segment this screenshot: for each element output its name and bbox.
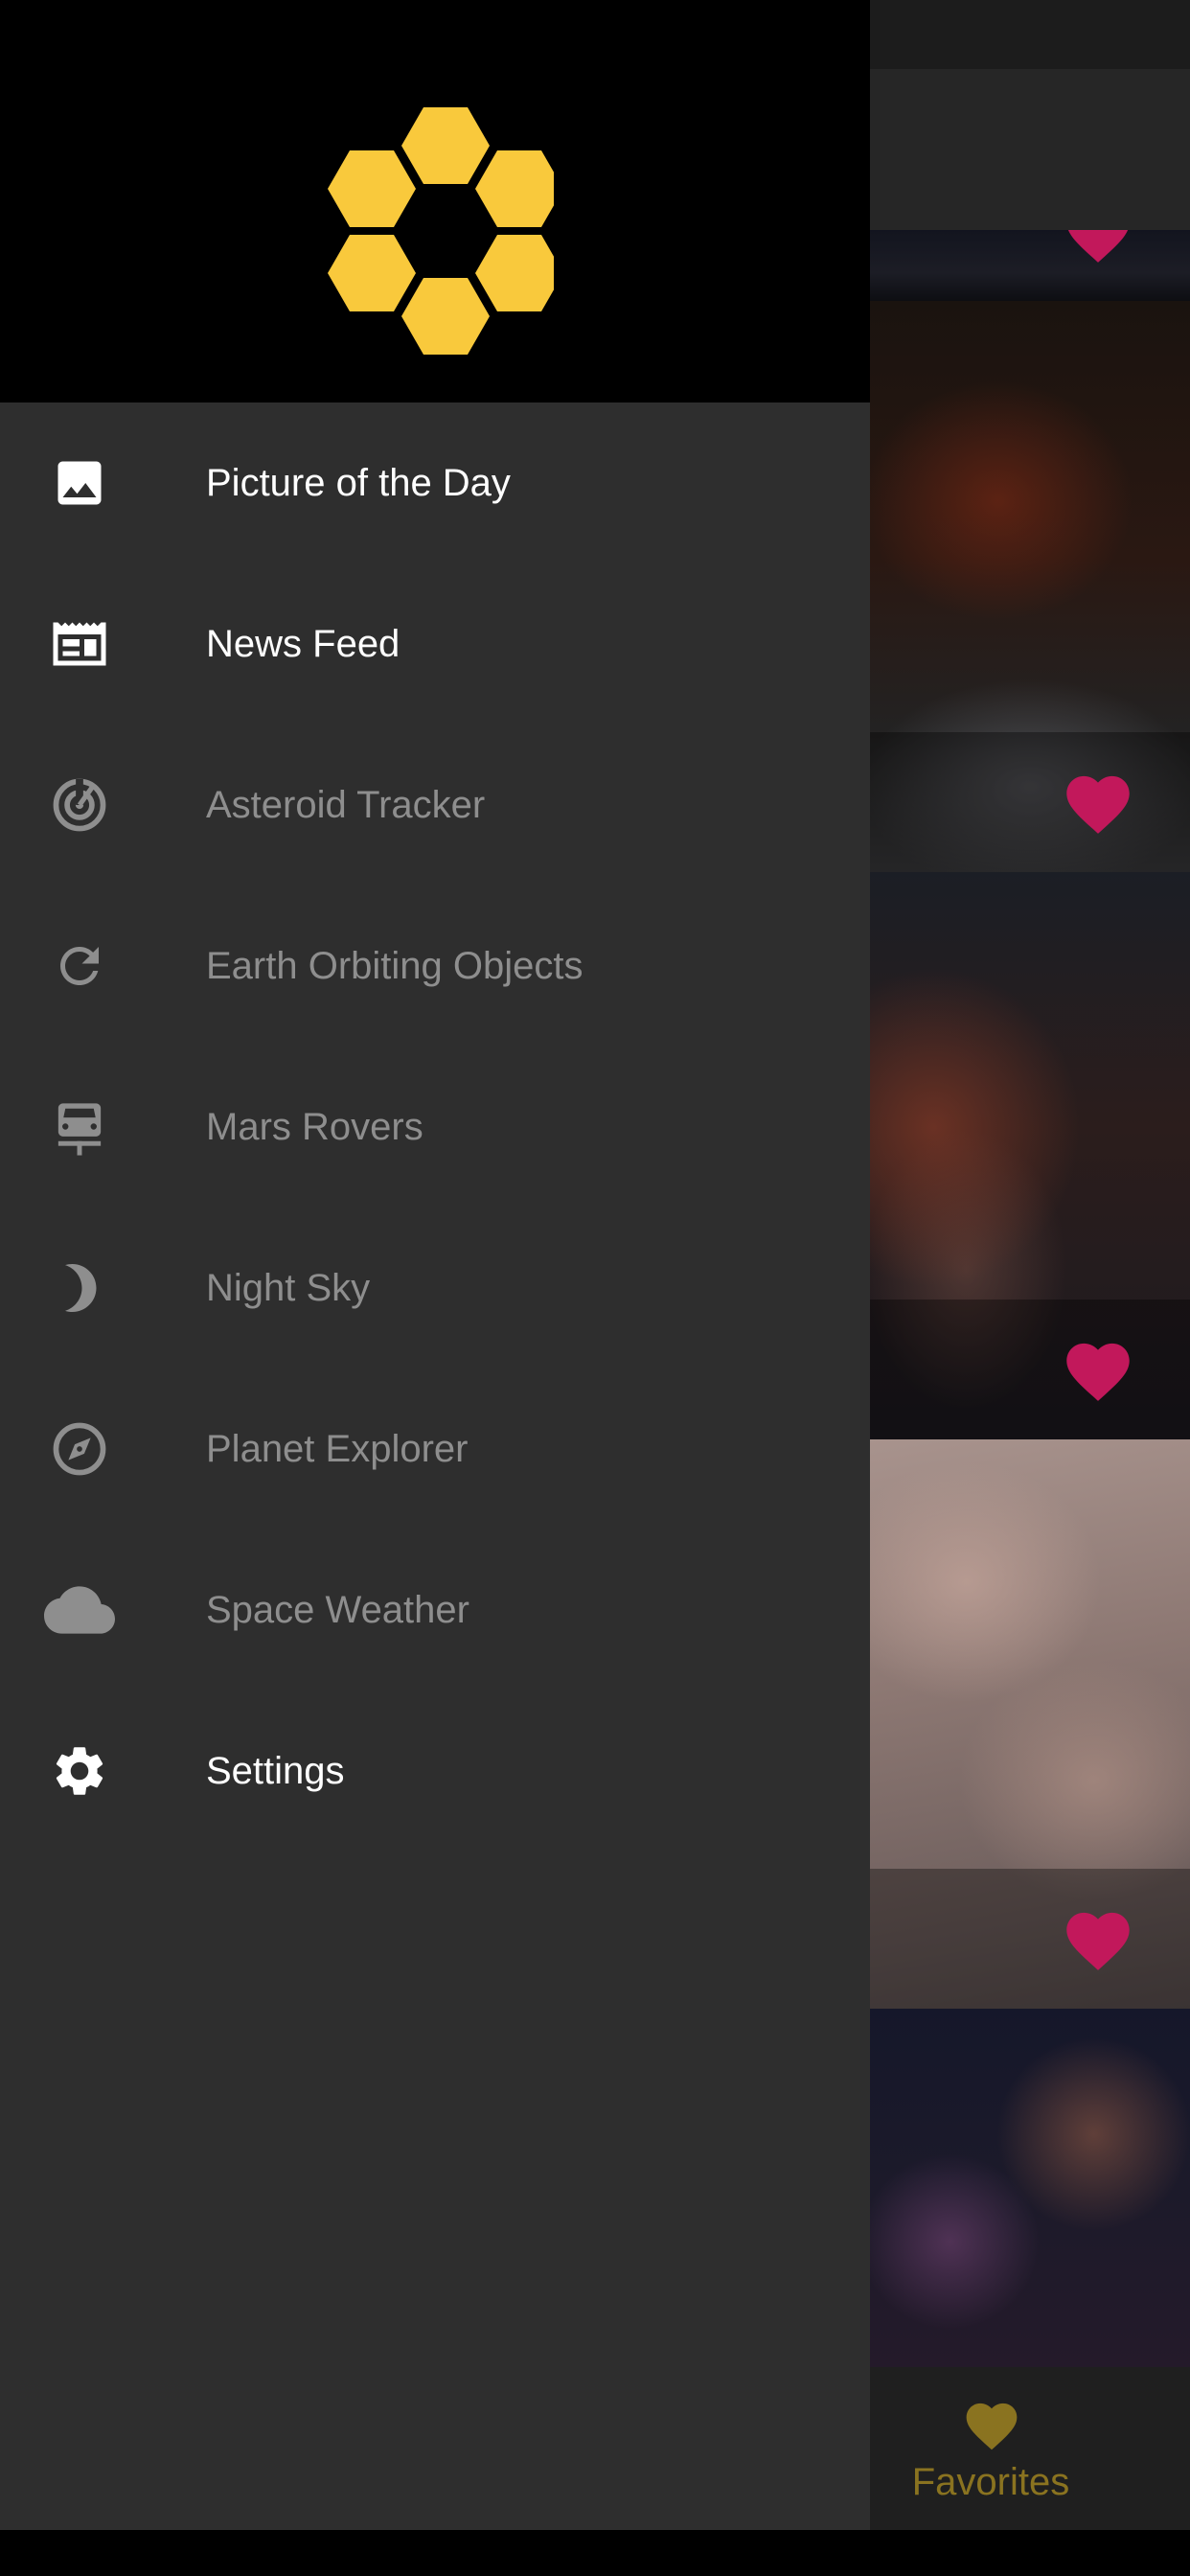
system-navigation-bar	[0, 2530, 1190, 2576]
feed-card[interactable]	[870, 872, 1190, 1439]
refresh-icon	[42, 932, 117, 1000]
heart-icon[interactable]	[1060, 230, 1136, 264]
hexagon-ring-logo	[328, 107, 554, 355]
heart-icon	[966, 2403, 1018, 2450]
app-bar	[870, 69, 1190, 230]
gear-icon	[42, 1736, 117, 1806]
drawer-item-label: Mars Rovers	[206, 1106, 423, 1148]
drawer-item-label: Asteroid Tracker	[206, 784, 486, 826]
feed-card[interactable]	[870, 2009, 1190, 2367]
bottom-navigation: Favorites	[870, 2367, 1190, 2530]
drawer-item-settings[interactable]: Settings	[0, 1690, 870, 1852]
rover-icon	[42, 1092, 117, 1162]
navigation-drawer: Picture of the Day News Feed Asteroid Tr…	[0, 0, 870, 2530]
card-caption-overlay	[870, 230, 1190, 301]
drawer-item-asteroid-tracker[interactable]: Asteroid Tracker	[0, 724, 870, 886]
drawer-item-space-weather[interactable]: Space Weather	[0, 1530, 870, 1690]
favorites-label: Favorites	[911, 2461, 1070, 2503]
feed-card[interactable]	[870, 1439, 1190, 2009]
drawer-item-planet-explorer[interactable]: Planet Explorer	[0, 1368, 870, 1530]
drawer-item-label: Picture of the Day	[206, 462, 511, 504]
moon-icon	[42, 1254, 117, 1322]
compass-icon	[42, 1414, 117, 1484]
card-caption-overlay	[870, 1869, 1190, 2009]
newspaper-icon	[42, 610, 117, 678]
cloud-icon	[42, 1576, 117, 1644]
status-bar	[870, 0, 1190, 69]
radar-icon	[42, 770, 117, 840]
drawer-item-label: Earth Orbiting Objects	[206, 945, 584, 987]
drawer-item-label: Planet Explorer	[206, 1428, 469, 1470]
drawer-item-picture-of-the-day[interactable]: Picture of the Day	[0, 402, 870, 564]
heart-icon[interactable]	[1060, 1903, 1136, 1972]
heart-icon[interactable]	[1060, 1334, 1136, 1403]
drawer-item-label: Settings	[206, 1750, 345, 1792]
feed-card[interactable]	[870, 301, 1190, 872]
card-caption-overlay	[870, 732, 1190, 872]
feed-card[interactable]	[870, 230, 1190, 301]
drawer-item-night-sky[interactable]: Night Sky	[0, 1208, 870, 1368]
drawer-header	[0, 0, 870, 402]
image-icon	[42, 448, 117, 518]
drawer-item-mars-rovers[interactable]: Mars Rovers	[0, 1046, 870, 1208]
drawer-item-earth-orbiting-objects[interactable]: Earth Orbiting Objects	[0, 886, 870, 1046]
drawer-item-label: Night Sky	[206, 1267, 371, 1309]
drawer-item-label: News Feed	[206, 623, 400, 665]
drawer-item-label: Space Weather	[206, 1589, 469, 1631]
card-caption-overlay	[870, 1300, 1190, 1439]
drawer-item-news-feed[interactable]: News Feed	[0, 564, 870, 724]
heart-icon[interactable]	[1060, 767, 1136, 836]
